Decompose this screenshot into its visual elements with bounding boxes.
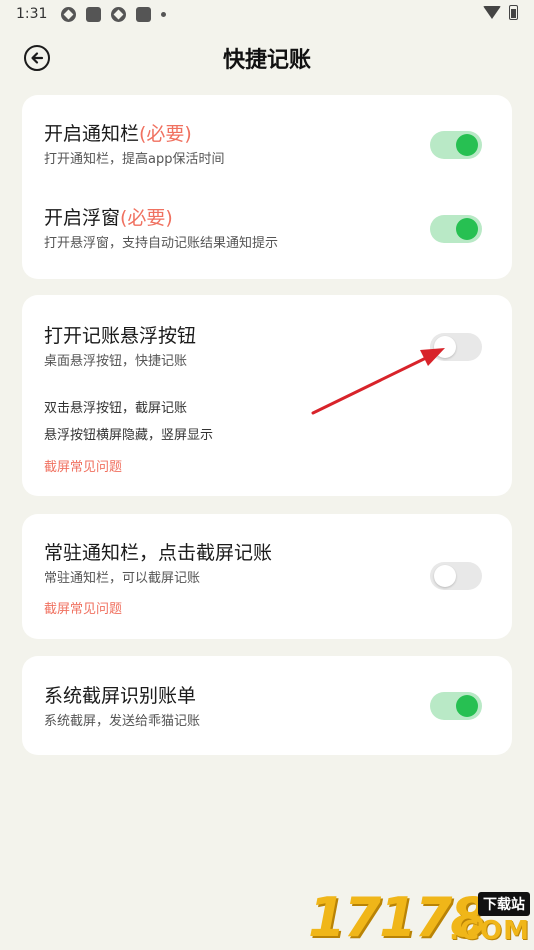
notify-bar-title-text: 开启通知栏: [44, 123, 140, 145]
required-badge: (必要): [120, 207, 173, 229]
float-window-title-text: 开启浮窗: [44, 207, 121, 229]
card-permissions: 开启通知栏(必要) 打开通知栏，提高app保活时间 开启浮窗(必要) 打开悬浮窗…: [22, 95, 512, 279]
app-notification-icon: [86, 6, 102, 22]
more-notifications-dot-icon: [161, 11, 167, 17]
resident-bar-row: 常驻通知栏，点击截屏记账 常驻通知栏，可以截屏记账: [44, 540, 490, 588]
toggle-knob: [456, 695, 478, 717]
float-window-row: 开启浮窗(必要) 打开悬浮窗，支持自动记账结果通知提示: [44, 205, 490, 253]
app-notification-icon: [111, 6, 127, 22]
float-window-subtitle: 打开悬浮窗，支持自动记账结果通知提示: [44, 236, 279, 251]
toggle-knob: [456, 134, 478, 156]
float-button-toggle[interactable]: [430, 333, 482, 361]
card-system-screenshot: 系统截屏识别账单 系统截屏，发送给乖猫记账: [22, 656, 512, 755]
float-button-row: 打开记账悬浮按钮 桌面悬浮按钮，快捷记账: [44, 323, 490, 371]
toggle-knob: [434, 336, 456, 358]
resident-bar-title: 常驻通知栏，点击截屏记账: [44, 542, 273, 564]
card-resident-bar: 常驻通知栏，点击截屏记账 常驻通知栏，可以截屏记账 截屏常见问题: [22, 514, 512, 639]
watermark-badge: 下载站: [478, 892, 530, 916]
battery-icon: [509, 5, 518, 20]
page-title: 快捷记账: [222, 48, 311, 73]
toggle-knob: [456, 218, 478, 240]
status-right: [483, 5, 518, 20]
system-screenshot-toggle[interactable]: [430, 692, 482, 720]
system-screenshot-row: 系统截屏识别账单 系统截屏，发送给乖猫记账: [44, 683, 490, 731]
notify-bar-subtitle: 打开通知栏，提高app保活时间: [44, 152, 225, 167]
float-button-title: 打开记账悬浮按钮: [44, 325, 197, 347]
required-badge: (必要): [139, 123, 192, 145]
screenshot-faq-link[interactable]: 截屏常见问题: [44, 456, 122, 475]
float-window-toggle[interactable]: [430, 215, 482, 243]
notify-bar-title: 开启通知栏(必要): [44, 121, 490, 147]
app-notification-icon: [61, 6, 77, 22]
app-notification-icon: [136, 6, 152, 22]
header: 快捷记账: [0, 36, 534, 82]
resident-bar-subtitle: 常驻通知栏，可以截屏记账: [44, 571, 201, 586]
watermark-suffix: .COM: [449, 916, 530, 946]
float-button-note-landscape: 悬浮按钮横屏隐藏，竖屏显示: [44, 428, 214, 443]
toggle-knob: [434, 565, 456, 587]
float-button-subtitle: 桌面悬浮按钮，快捷记账: [44, 354, 188, 369]
system-screenshot-title: 系统截屏识别账单: [44, 685, 197, 707]
float-button-note-double-tap: 双击悬浮按钮，截屏记账: [44, 401, 188, 416]
card-float-button: 打开记账悬浮按钮 桌面悬浮按钮，快捷记账 双击悬浮按钮，截屏记账 悬浮按钮横屏隐…: [22, 295, 512, 496]
site-watermark-logo: 17178 下载站 .COM: [308, 888, 534, 950]
notify-bar-toggle[interactable]: [430, 131, 482, 159]
notify-bar-row: 开启通知栏(必要) 打开通知栏，提高app保活时间: [44, 121, 490, 169]
status-bar: 1:31: [0, 0, 534, 28]
wifi-icon: [483, 6, 501, 19]
screenshot-faq-link[interactable]: 截屏常见问题: [44, 598, 122, 617]
system-screenshot-subtitle: 系统截屏，发送给乖猫记账: [44, 714, 201, 729]
resident-bar-toggle[interactable]: [430, 562, 482, 590]
float-window-title: 开启浮窗(必要): [44, 205, 490, 231]
status-time: 1:31: [16, 6, 48, 22]
